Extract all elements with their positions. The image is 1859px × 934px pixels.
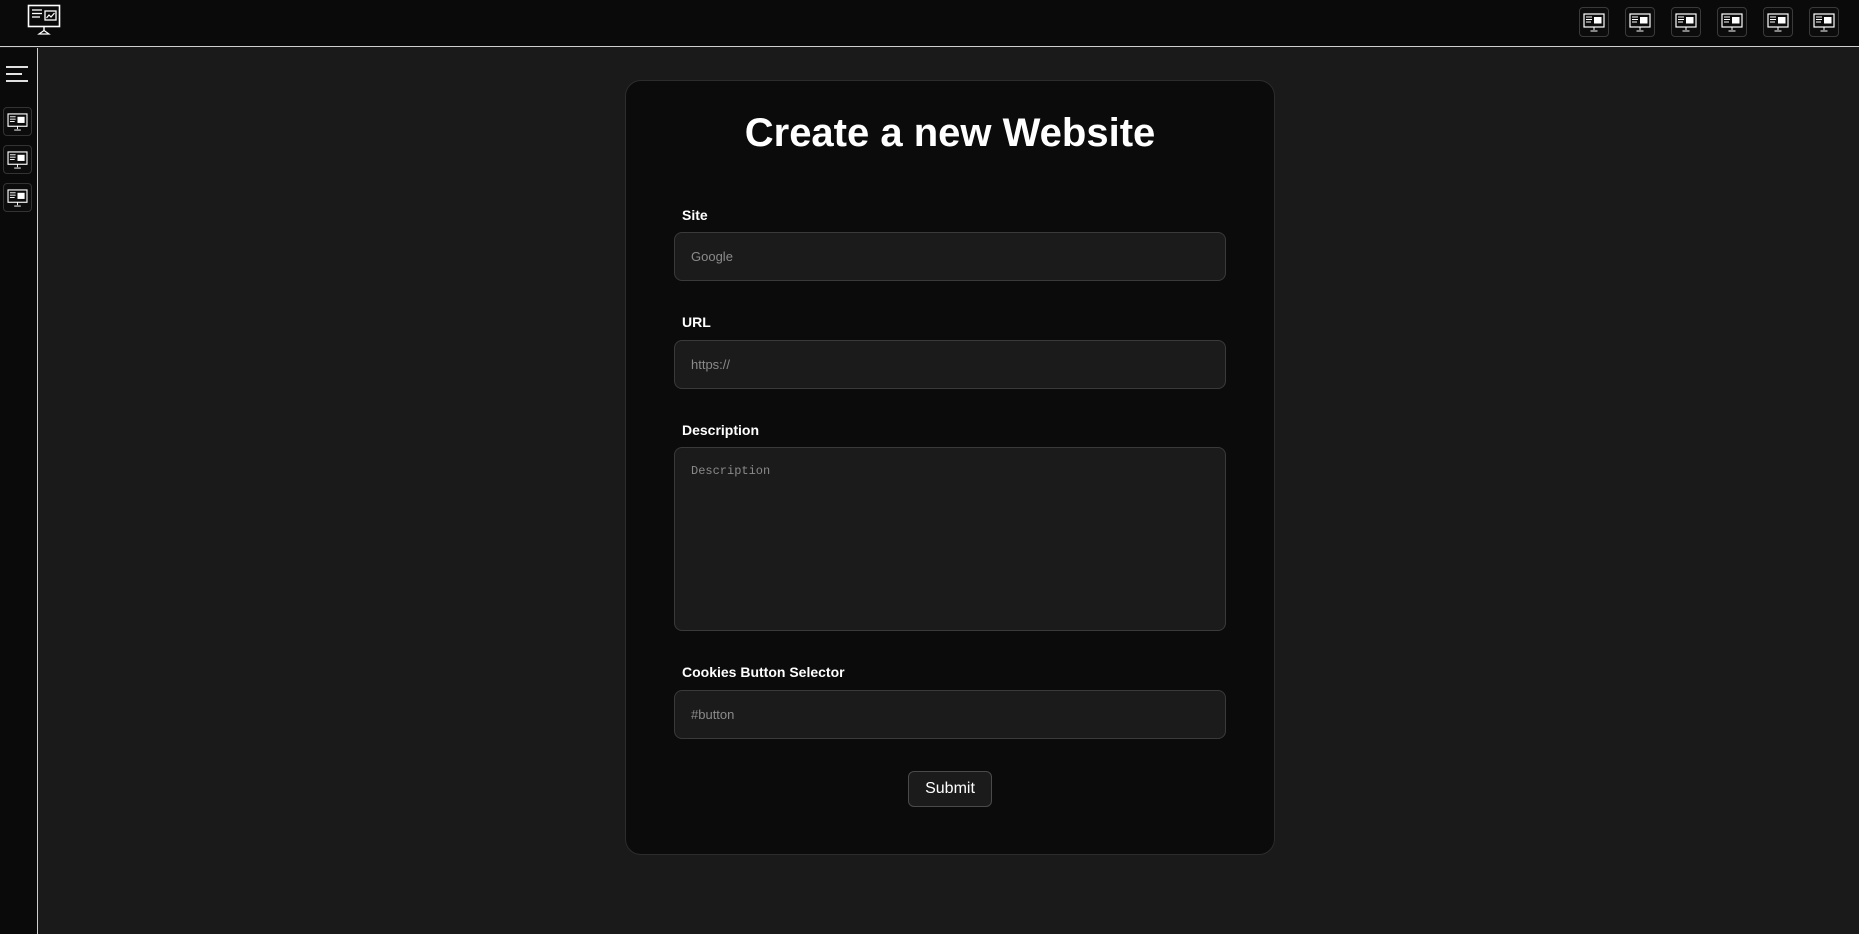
monitor-chart-icon xyxy=(1675,12,1697,31)
create-website-card: Create a new Website Site URL Descriptio… xyxy=(625,80,1275,855)
monitor-chart-icon xyxy=(1583,12,1605,31)
top-actions xyxy=(1579,7,1839,37)
monitor-chart-icon xyxy=(7,112,28,131)
site-label: Site xyxy=(682,207,708,223)
top-action-button-6[interactable] xyxy=(1809,7,1839,37)
url-input[interactable] xyxy=(674,340,1226,389)
top-action-button-2[interactable] xyxy=(1625,7,1655,37)
top-bar xyxy=(0,0,1859,47)
monitor-chart-icon xyxy=(7,188,28,207)
top-action-button-5[interactable] xyxy=(1763,7,1793,37)
monitor-chart-icon xyxy=(1813,12,1835,31)
cookies-selector-label: Cookies Button Selector xyxy=(682,664,845,680)
hamburger-menu-icon[interactable] xyxy=(4,64,30,84)
top-action-button-1[interactable] xyxy=(1579,7,1609,37)
app-logo-icon[interactable] xyxy=(27,4,63,36)
submit-button[interactable]: Submit xyxy=(908,771,992,807)
description-label: Description xyxy=(682,422,760,438)
monitor-chart-icon xyxy=(1767,12,1789,31)
description-textarea[interactable] xyxy=(674,447,1226,631)
sidebar-item-1[interactable] xyxy=(3,107,32,136)
monitor-chart-icon xyxy=(7,150,28,169)
cookies-selector-input[interactable] xyxy=(674,690,1226,739)
monitor-chart-icon xyxy=(1721,12,1743,31)
page-title: Create a new Website xyxy=(744,111,1156,155)
sidebar xyxy=(0,48,38,934)
top-action-button-4[interactable] xyxy=(1717,7,1747,37)
top-action-button-3[interactable] xyxy=(1671,7,1701,37)
site-input[interactable] xyxy=(674,232,1226,281)
monitor-chart-icon xyxy=(1629,12,1651,31)
url-label: URL xyxy=(682,314,711,330)
sidebar-item-3[interactable] xyxy=(3,183,32,212)
sidebar-item-2[interactable] xyxy=(3,145,32,174)
